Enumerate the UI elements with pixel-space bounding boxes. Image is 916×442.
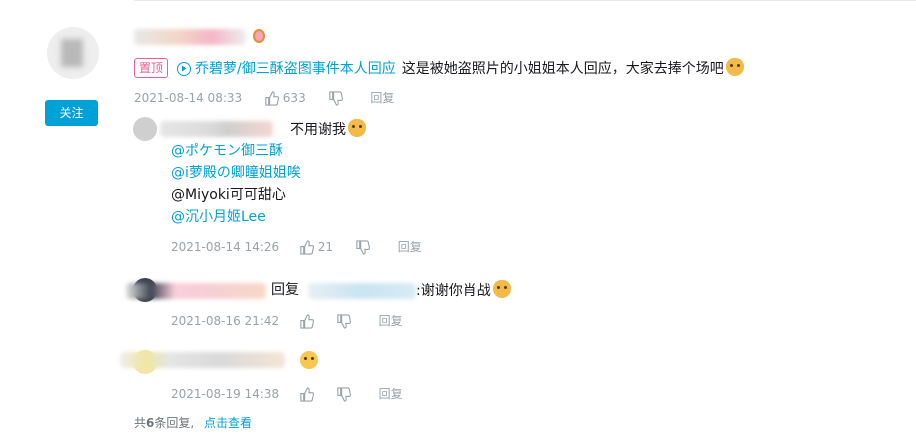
mention-link[interactable]: @沉小月姬Lee (171, 207, 266, 227)
cat-emoji-icon (492, 280, 511, 298)
reply-avatar[interactable] (133, 117, 157, 141)
cat-emoji-icon (725, 58, 744, 76)
top-divider (134, 0, 916, 1)
reply-date: 2021-08-14 14:26 (171, 240, 280, 254)
reply-text-line: :谢谢你肖战 (416, 280, 511, 301)
comment-meta: 2021-08-14 08:33 633 回复 (134, 90, 394, 106)
reply-meta: 2021-08-19 14:38 回复 (171, 386, 403, 402)
reply-text: :谢谢你肖战 (416, 283, 491, 299)
pinned-badge: 置顶 (134, 58, 169, 78)
thumb-up-icon (300, 387, 314, 402)
follow-button[interactable]: 关注 (45, 100, 98, 126)
like-button[interactable] (299, 387, 318, 402)
reply-meta: 2021-08-16 21:42 回复 (171, 313, 403, 329)
reply-button[interactable]: 回复 (370, 91, 394, 105)
comment-date: 2021-08-14 08:33 (134, 91, 243, 105)
reply-username[interactable] (120, 352, 285, 368)
reply-text: 不用谢我 (290, 122, 346, 138)
dislike-button[interactable] (336, 314, 355, 329)
dislike-button[interactable] (328, 91, 347, 106)
dislike-button[interactable] (336, 387, 355, 402)
dislike-button[interactable] (355, 240, 374, 255)
like-count: 633 (282, 91, 306, 105)
cat-emoji-icon (348, 119, 366, 137)
reply-button[interactable]: 回复 (379, 314, 403, 328)
comment-text-line: 乔碧萝/御三酥盗图事件本人回应 这是被她盗照片的小姐姐本人回应，大家去捧个场吧 (177, 58, 744, 79)
mention-link[interactable]: @i萝殿の卿瞳姐姐唉 (171, 163, 301, 183)
reply-username[interactable] (126, 283, 266, 299)
like-count: 21 (317, 240, 334, 254)
footer-suffix: 条回复, (154, 416, 195, 430)
mention-link[interactable]: @ポケモン御三酥 (171, 141, 283, 161)
reply-username[interactable] (160, 121, 273, 137)
thumb-down-icon (328, 91, 343, 106)
reply-date: 2021-08-19 14:38 (171, 387, 280, 401)
thumb-down-icon (337, 387, 351, 402)
reply-button[interactable]: 回复 (398, 240, 422, 254)
play-circle-icon (177, 62, 191, 76)
mentioned-username[interactable] (308, 283, 416, 299)
medal-icon (253, 29, 265, 43)
reply-meta: 2021-08-14 14:26 21 回复 (171, 239, 422, 255)
like-button[interactable]: 21 (299, 240, 337, 255)
footer-prefix: 共 (134, 416, 147, 430)
smile-emoji-icon (300, 351, 318, 369)
reply-button[interactable]: 回复 (379, 387, 403, 401)
reply-text-line: 不用谢我 (290, 119, 366, 140)
thumb-up-icon (265, 91, 279, 106)
avatar[interactable] (47, 27, 99, 79)
comment-text: 这是被她盗照片的小姐姐本人回应，大家去捧个场吧 (401, 61, 724, 77)
reply-prefix: 回复 (271, 282, 299, 298)
video-link[interactable]: 乔碧萝/御三酥盗图事件本人回应 (195, 61, 396, 77)
username[interactable] (134, 29, 246, 45)
thumb-up-icon (300, 314, 314, 329)
reply-text-line: 回复 (271, 280, 299, 300)
view-all-replies-link[interactable]: 点击查看 (204, 416, 252, 430)
mention-text: @Miyoki可可甜心 (171, 187, 286, 203)
like-button[interactable] (299, 314, 318, 329)
thumb-down-icon (356, 240, 370, 255)
reply-count-footer: 共6条回复, 点击查看 (134, 415, 252, 431)
like-button[interactable]: 633 (264, 91, 310, 106)
reply-date: 2021-08-16 21:42 (171, 314, 280, 328)
thumb-down-icon (337, 314, 351, 329)
thumb-up-icon (300, 240, 314, 255)
